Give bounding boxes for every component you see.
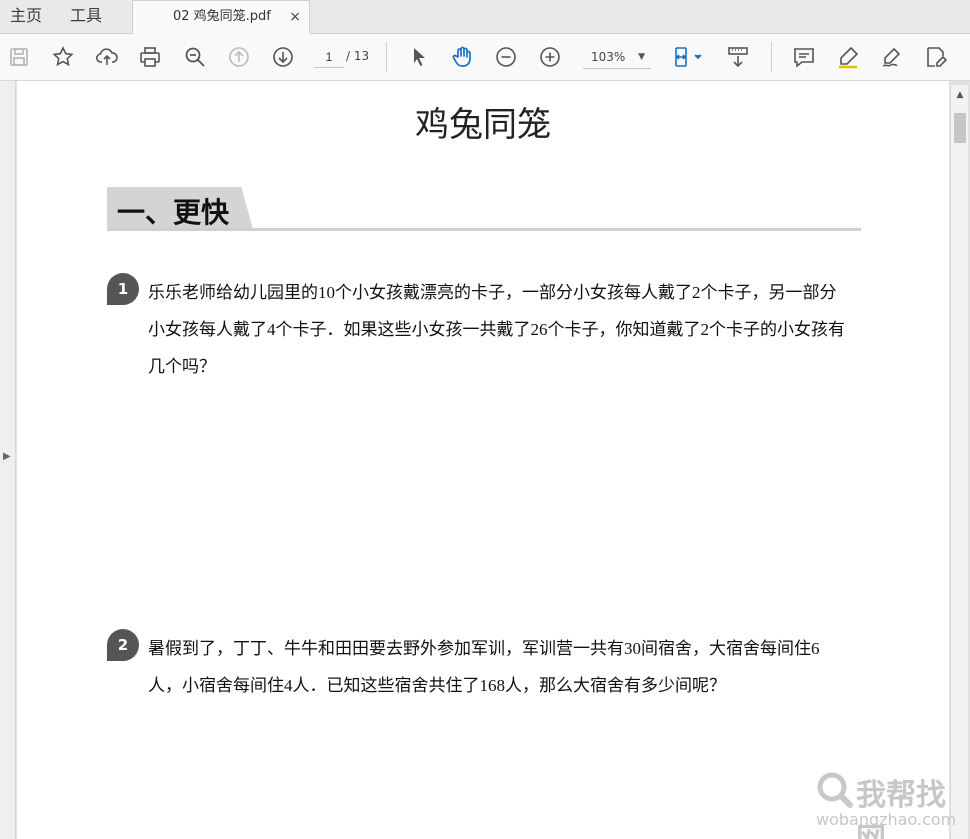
fit-page-icon[interactable] — [668, 43, 708, 71]
scrollbar-thumb[interactable] — [954, 113, 966, 143]
page-number-input[interactable] — [314, 46, 344, 68]
scroll-up-icon[interactable]: ▲ — [954, 89, 966, 101]
comment-icon[interactable] — [790, 43, 818, 71]
tab-bar: 主页 工具 02 鸡兔同笼.pdf × — [0, 0, 970, 35]
close-tab-icon[interactable]: × — [289, 1, 301, 33]
toolbar-divider — [386, 42, 387, 72]
toolbar-divider — [771, 42, 772, 72]
zoom-minus-icon[interactable] — [492, 43, 520, 71]
save-icon[interactable] — [5, 43, 33, 71]
next-page-icon[interactable] — [269, 43, 297, 71]
toolbar: / 13 103% ▼ — [0, 34, 970, 81]
zoom-level-value: 103% — [591, 50, 626, 64]
section-heading: 一、更快 — [117, 196, 230, 229]
question-text: 乐乐老师给幼儿园里的10个小女孩戴漂亮的卡子，一部分小女孩每人戴了2个卡子，另一… — [148, 283, 845, 376]
previous-page-icon[interactable] — [225, 43, 253, 71]
pdf-reader-window: 主页 工具 02 鸡兔同笼.pdf × / 13 — [0, 0, 970, 839]
page-title: 鸡兔同笼 — [415, 105, 551, 145]
question-number-badge: 2 — [107, 629, 139, 661]
tab-tools[interactable]: 工具 — [70, 0, 102, 34]
highlight-icon[interactable] — [834, 43, 862, 71]
tab-document-label: 02 鸡兔同笼.pdf — [173, 9, 271, 24]
edit-icon[interactable] — [922, 43, 950, 71]
watermark: 我帮找网 wobangzhao.com — [810, 770, 970, 839]
bookmark-star-icon[interactable] — [49, 43, 77, 71]
sign-icon[interactable] — [878, 43, 906, 71]
chevron-down-icon: ▼ — [638, 52, 645, 62]
upload-cloud-icon[interactable] — [93, 43, 121, 71]
document-viewer: ▶ 鸡兔同笼 一、更快 1 乐乐老师给幼儿园里的10个小女孩戴漂亮的卡子，一部分… — [0, 81, 970, 839]
expand-panel-icon[interactable]: ▶ — [3, 451, 11, 462]
select-arrow-icon[interactable] — [405, 43, 433, 71]
hand-tool-icon[interactable] — [448, 43, 476, 71]
pdf-page: 鸡兔同笼 一、更快 1 乐乐老师给幼儿园里的10个小女孩戴漂亮的卡子，一部分小女… — [17, 81, 949, 839]
zoom-plus-icon[interactable] — [536, 43, 564, 71]
navigation-pane-rail[interactable]: ▶ — [0, 81, 16, 839]
scroll-mode-icon[interactable] — [724, 43, 752, 71]
tab-document[interactable]: 02 鸡兔同笼.pdf × — [132, 0, 310, 35]
vertical-scrollbar[interactable]: ▲ — [950, 85, 968, 839]
print-icon[interactable] — [136, 43, 164, 71]
question-text: 暑假到了，丁丁、牛牛和田田要去野外参加军训，军训营一共有30间宿舍，大宿舍每间住… — [148, 639, 820, 695]
tab-home[interactable]: 主页 — [10, 0, 42, 34]
question-number-badge: 1 — [107, 273, 139, 305]
zoom-out-magnifier-icon[interactable] — [181, 43, 209, 71]
watermark-url: wobangzhao.com — [816, 810, 957, 829]
page-total-label: / 13 — [346, 49, 370, 63]
watermark-magnifier-icon — [817, 772, 853, 808]
zoom-level-select[interactable]: 103% ▼ — [583, 45, 651, 69]
section-divider — [107, 228, 861, 231]
